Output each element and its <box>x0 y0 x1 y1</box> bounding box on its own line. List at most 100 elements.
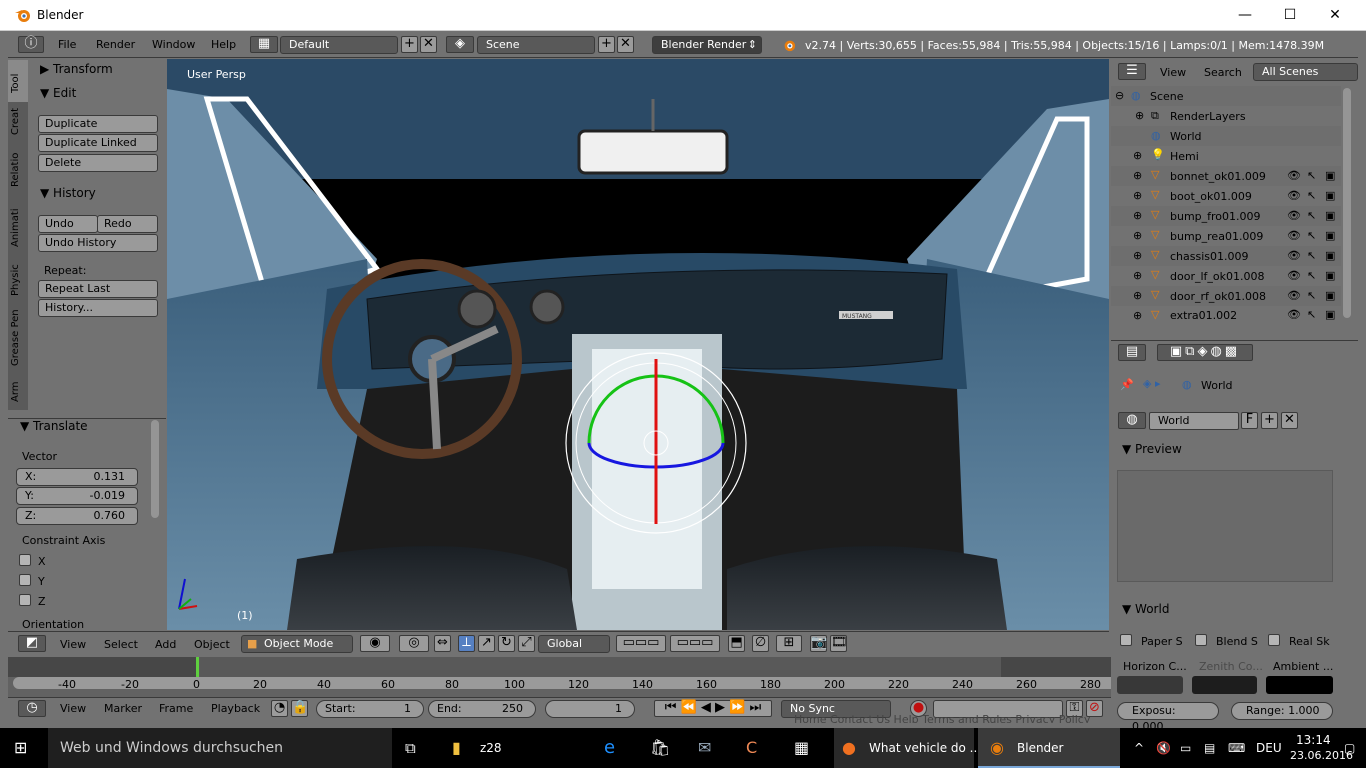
menu-add[interactable]: Add <box>155 638 176 651</box>
add-world-icon[interactable]: + <box>1261 412 1278 429</box>
transform-manipulator-icon[interactable]: ⟂ <box>458 635 475 652</box>
outliner-row-hemi[interactable]: ⊕ 💡 Hemi <box>1111 146 1341 166</box>
unlink-world-icon[interactable]: ✕ <box>1281 412 1298 429</box>
render-engine-dropdown[interactable]: Blender Render ⇕ <box>652 36 762 54</box>
layout-browse-icon[interactable]: ▦ <box>250 36 278 53</box>
visibility-eye-icon[interactable]: 👁 <box>1287 269 1301 282</box>
horizon-color-swatch[interactable] <box>1117 676 1183 694</box>
outliner-display-mode-dropdown[interactable]: All Scenes <box>1253 63 1358 81</box>
outliner-row-boot[interactable]: ⊕ ▽ boot_ok01.009 👁 ↖ ▣ <box>1111 186 1341 206</box>
outliner-row-door-rf[interactable]: ⊕ ▽ door_rf_ok01.008 👁 ↖ ▣ <box>1111 286 1341 306</box>
real-sky-checkbox[interactable] <box>1268 634 1280 646</box>
blend-sky-checkbox[interactable] <box>1195 634 1207 646</box>
layers-group-2[interactable]: ▭▭▭ <box>670 635 720 652</box>
manipulator-toggle-icon[interactable]: ⇔ <box>434 635 451 652</box>
maximize-button[interactable]: ☐ <box>1267 0 1313 31</box>
outliner-menu-search[interactable]: Search <box>1204 66 1242 79</box>
render-still-icon[interactable]: 📷 <box>810 635 827 652</box>
tray-chevron-icon[interactable]: ^ <box>1134 728 1148 768</box>
render-camera-icon[interactable]: ▣ <box>1325 229 1335 242</box>
visibility-eye-icon[interactable]: 👁 <box>1287 289 1301 302</box>
timeline-menu-playback[interactable]: Playback <box>211 702 260 715</box>
world-name-field[interactable]: World <box>1149 412 1239 430</box>
outliner-row-chassis[interactable]: ⊕ ▽ chassis01.009 👁 ↖ ▣ <box>1111 246 1341 266</box>
menu-select[interactable]: Select <box>104 638 138 651</box>
constraint-x-checkbox[interactable] <box>19 554 31 566</box>
constraint-z-checkbox[interactable] <box>19 594 31 606</box>
rotate-manipulator-icon[interactable]: ↻ <box>498 635 515 652</box>
outliner-row-renderlayers[interactable]: ⊕ ⧉ RenderLayers <box>1111 106 1341 126</box>
volume-icon[interactable]: 🔇 <box>1156 728 1172 768</box>
visibility-eye-icon[interactable]: 👁 <box>1287 249 1301 262</box>
scene-browse-icon[interactable]: ◈ <box>446 36 474 53</box>
start-frame-field[interactable]: Start: 1 <box>316 700 424 718</box>
taskbar-blender-label[interactable]: Blender <box>1017 728 1064 768</box>
preview-panel-header[interactable]: ▼ Preview <box>1122 442 1182 456</box>
tab-create[interactable]: Creat <box>10 106 26 136</box>
timeline-menu-marker[interactable]: Marker <box>104 702 142 715</box>
outliner-row-extra[interactable]: ⊕ ▽ extra01.002 👁 ↖ ▣ <box>1111 306 1341 322</box>
edit-panel-header[interactable]: ▼ Edit <box>40 86 76 100</box>
menu-help[interactable]: Help <box>211 38 236 51</box>
editor-type-properties-icon[interactable]: ▤ <box>1118 344 1146 361</box>
menu-window[interactable]: Window <box>152 38 195 51</box>
vector-x-field[interactable]: X: 0.131 <box>16 468 138 486</box>
notifications-icon[interactable]: ▢ <box>1344 728 1360 768</box>
visibility-eye-icon[interactable]: 👁 <box>1287 229 1301 242</box>
menu-view[interactable]: View <box>60 638 86 651</box>
proportional-edit-icon[interactable]: ∅ <box>752 635 769 652</box>
duplicate-button[interactable]: Duplicate <box>38 115 158 133</box>
tab-relations[interactable]: Relatio <box>10 148 26 192</box>
scale-manipulator-icon[interactable]: ⤢ <box>518 635 535 652</box>
editor-type-timeline-icon[interactable]: ◷ <box>18 700 46 717</box>
render-camera-icon[interactable]: ▣ <box>1325 209 1335 222</box>
duplicate-linked-button[interactable]: Duplicate Linked <box>38 134 158 152</box>
editor-type-info-icon[interactable]: ⓘ <box>18 36 44 53</box>
visibility-eye-icon[interactable]: 👁 <box>1287 308 1301 321</box>
lock-layers-icon[interactable]: ⬒ <box>728 635 745 652</box>
render-camera-icon[interactable]: ▣ <box>1325 289 1335 302</box>
close-button[interactable]: ✕ <box>1312 0 1358 31</box>
store-icon[interactable]: 🛍 <box>650 728 672 768</box>
operator-scrollbar[interactable] <box>151 420 159 518</box>
folder-icon[interactable]: ▮ <box>452 728 472 768</box>
paper-sky-checkbox[interactable] <box>1120 634 1132 646</box>
outliner-row-bump-rear[interactable]: ⊕ ▽ bump_rea01.009 👁 ↖ ▣ <box>1111 226 1341 246</box>
outliner-row-scene[interactable]: ⊖ ◍ Scene <box>1111 86 1341 106</box>
start-windows-icon[interactable]: ⊞ <box>14 728 36 768</box>
render-camera-icon[interactable]: ▣ <box>1325 269 1335 282</box>
layers-group-1[interactable]: ▭▭▭ <box>616 635 666 652</box>
taskbar-search-box[interactable]: Web und Windows durchsuchen <box>60 728 283 768</box>
editor-type-outliner-icon[interactable]: ☰ <box>1118 63 1146 80</box>
preview-range-icon[interactable]: ◔ <box>271 700 288 717</box>
tab-tool[interactable]: Tool <box>10 68 26 98</box>
taskbar-blender-icon[interactable]: ◉ <box>990 728 1012 768</box>
undo-button[interactable]: Undo <box>38 215 98 233</box>
taskbar-folder-label[interactable]: z28 <box>480 728 502 768</box>
menu-file[interactable]: File <box>58 38 76 51</box>
render-camera-icon[interactable]: ▣ <box>1325 189 1335 202</box>
world-browse-icon[interactable]: ◍ <box>1118 412 1146 429</box>
ccleaner-icon[interactable]: C <box>746 728 768 768</box>
visibility-eye-icon[interactable]: 👁 <box>1287 169 1301 182</box>
select-cursor-icon[interactable]: ↖ <box>1307 249 1316 262</box>
screen-layout-field[interactable]: Default <box>280 36 398 54</box>
remove-layout-icon[interactable]: ✕ <box>420 36 437 53</box>
minimize-button[interactable]: — <box>1222 0 1268 31</box>
select-cursor-icon[interactable]: ↖ <box>1307 209 1316 222</box>
render-camera-icon[interactable]: ▣ <box>1325 169 1335 182</box>
taskbar-firefox-label[interactable]: What vehicle do ... <box>869 728 981 768</box>
edge-icon[interactable]: e <box>604 728 626 768</box>
end-frame-field[interactable]: End: 250 <box>428 700 536 718</box>
select-cursor-icon[interactable]: ↖ <box>1307 308 1316 321</box>
range-field[interactable]: Range: 1.000 <box>1231 702 1333 720</box>
add-scene-icon[interactable]: + <box>598 36 615 53</box>
render-camera-icon[interactable]: ▣ <box>1325 308 1335 321</box>
pivot-point-icon[interactable]: ◎ <box>399 635 429 652</box>
outliner-menu-view[interactable]: View <box>1160 66 1186 79</box>
zenith-color-swatch[interactable] <box>1192 676 1257 694</box>
outliner-row-door-lf[interactable]: ⊕ ▽ door_lf_ok01.008 👁 ↖ ▣ <box>1111 266 1341 286</box>
select-cursor-icon[interactable]: ↖ <box>1307 289 1316 302</box>
select-cursor-icon[interactable]: ↖ <box>1307 169 1316 182</box>
render-camera-icon[interactable]: ▣ <box>1325 249 1335 262</box>
